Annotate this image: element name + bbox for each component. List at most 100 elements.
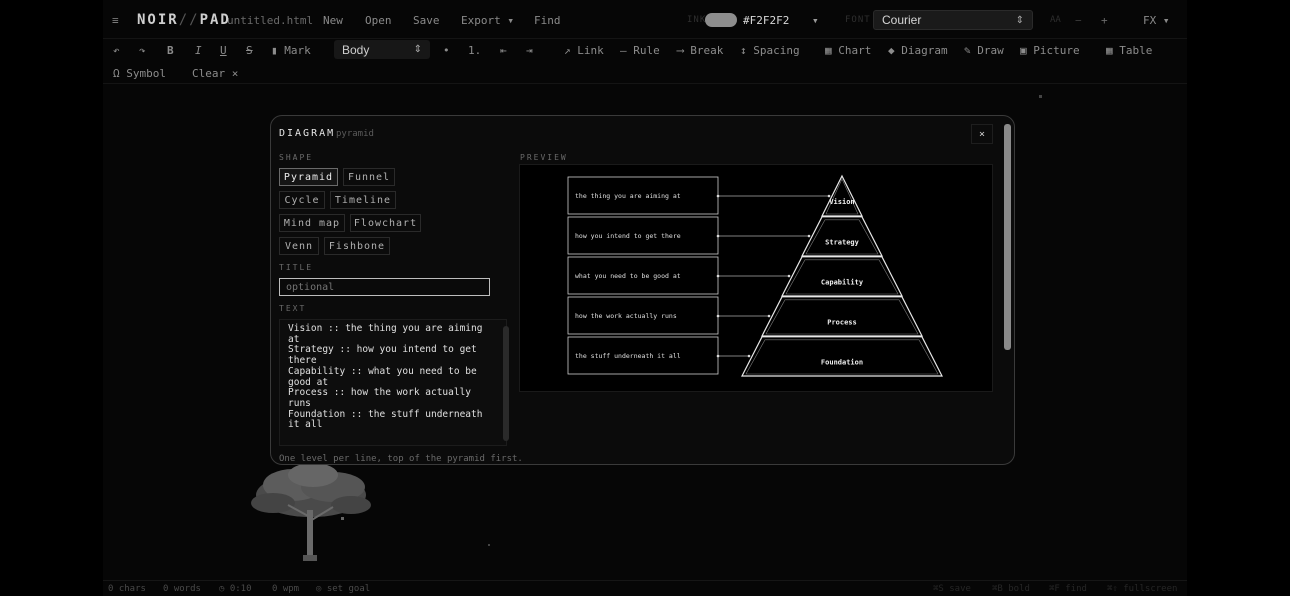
file-name[interactable]: untitled.html bbox=[227, 0, 313, 40]
tree-illustration bbox=[251, 463, 371, 561]
draw-button[interactable]: ✎ Draw bbox=[964, 40, 1004, 60]
level-description: what you need to be good at bbox=[575, 272, 681, 280]
shape-timeline-button[interactable]: Timeline bbox=[330, 191, 396, 209]
app-logo: NOIR//PAD bbox=[137, 0, 231, 40]
fx-button[interactable]: FX ▾ bbox=[1143, 0, 1170, 40]
dust-speck bbox=[488, 544, 490, 546]
bold-button[interactable]: B bbox=[167, 40, 174, 60]
ink-label: INK bbox=[687, 15, 707, 25]
size-decrease-button[interactable]: − bbox=[1075, 0, 1082, 40]
connector-dot bbox=[807, 234, 811, 238]
symbol-button[interactable]: Ω Symbol bbox=[113, 63, 166, 83]
shape-mindmap-button[interactable]: Mind map bbox=[279, 214, 345, 232]
font-label: FONT bbox=[845, 15, 871, 25]
chart-button[interactable]: ▦ Chart bbox=[825, 40, 871, 60]
undo-icon[interactable]: ↶ bbox=[113, 40, 120, 60]
table-button[interactable]: ▦ Table bbox=[1106, 40, 1152, 60]
preview-label: PREVIEW bbox=[520, 153, 568, 162]
wpm-count: 0 wpm bbox=[272, 584, 300, 594]
numbered-list-button[interactable]: 1. bbox=[468, 40, 481, 60]
style-select-value: Body bbox=[342, 42, 370, 57]
pyramid-level-name: Vision bbox=[829, 198, 854, 206]
mark-button[interactable]: ▮ Mark bbox=[271, 40, 311, 60]
hamburger-icon[interactable]: ≡ bbox=[112, 0, 119, 40]
ink-toggle[interactable] bbox=[705, 0, 737, 40]
title-label: TITLE bbox=[279, 263, 314, 272]
fullscreen-shortcut-hint: ⌘⇧ fullscreen bbox=[1107, 584, 1178, 594]
connector-dot bbox=[716, 234, 720, 238]
rule-button[interactable]: — Rule bbox=[620, 40, 660, 60]
connector-dot bbox=[767, 314, 771, 318]
level-description: how the work actually runs bbox=[575, 312, 677, 320]
italic-button[interactable]: I bbox=[195, 40, 202, 60]
pyramid-level-4 bbox=[761, 296, 923, 337]
shape-venn-button[interactable]: Venn bbox=[279, 237, 319, 255]
clear-button[interactable]: Clear × bbox=[192, 63, 238, 83]
size-label: AA bbox=[1050, 15, 1061, 25]
break-button[interactable]: ⟶ Break bbox=[677, 40, 723, 60]
indent-button[interactable]: ⇥ bbox=[526, 40, 533, 60]
level-description: the thing you are aiming at bbox=[575, 192, 681, 200]
strike-button[interactable]: S bbox=[246, 40, 253, 60]
shape-funnel-button[interactable]: Funnel bbox=[343, 168, 395, 186]
underline-button[interactable]: U bbox=[220, 40, 227, 60]
level-description: the stuff underneath it all bbox=[575, 352, 681, 360]
dialog-subtitle: pyramid bbox=[336, 129, 374, 139]
text-label: TEXT bbox=[279, 304, 307, 313]
dialog-scrollbar[interactable] bbox=[1004, 124, 1011, 350]
char-count: 0 chars bbox=[108, 584, 146, 594]
color-dropdown-icon[interactable]: ▾ bbox=[812, 0, 819, 40]
connector-dot bbox=[716, 274, 720, 278]
picture-button[interactable]: ▣ Picture bbox=[1020, 40, 1080, 60]
brand-left: NOIR bbox=[137, 12, 179, 28]
top-bar: ≡ NOIR//PAD untitled.html New Open Save … bbox=[103, 0, 1187, 40]
save-button[interactable]: Save bbox=[413, 0, 440, 40]
close-icon[interactable]: × bbox=[971, 124, 993, 144]
size-increase-button[interactable]: + bbox=[1101, 0, 1108, 40]
shape-flowchart-button[interactable]: Flowchart bbox=[350, 214, 421, 232]
shape-fishbone-button[interactable]: Fishbone bbox=[324, 237, 390, 255]
bold-shortcut-hint: ⌘B bold bbox=[992, 584, 1030, 594]
status-bar: 0 chars 0 words ◷ 0:10 0 wpm ◎ set goal … bbox=[103, 580, 1187, 596]
font-select[interactable]: Courier ⇕ bbox=[873, 0, 1033, 40]
pyramid-diagram: Vision the thing you are aiming at Strateg… bbox=[567, 174, 943, 377]
color-value[interactable]: #F2F2F2 bbox=[743, 0, 789, 40]
set-goal-button[interactable]: ◎ set goal bbox=[316, 584, 370, 594]
export-button[interactable]: Export ▾ bbox=[461, 0, 514, 40]
connector-dot bbox=[716, 314, 720, 318]
select-arrows-icon: ⇕ bbox=[1015, 14, 1024, 26]
paragraph-style-select[interactable]: Body ⇕ bbox=[334, 40, 430, 59]
open-button[interactable]: Open bbox=[365, 0, 392, 40]
dust-speck bbox=[341, 517, 344, 520]
font-select-value: Courier bbox=[882, 13, 922, 27]
connector-dot bbox=[747, 354, 751, 358]
pyramid-level-5 bbox=[741, 336, 943, 377]
pyramid-level-name: Strategy bbox=[825, 238, 860, 246]
new-button[interactable]: New bbox=[323, 0, 343, 40]
bullet-list-button[interactable]: • bbox=[443, 40, 450, 60]
diagram-text-input[interactable]: Vision :: the thing you are aiming at St… bbox=[279, 319, 509, 446]
pyramid-level-name: Process bbox=[827, 318, 857, 326]
shape-cycle-button[interactable]: Cycle bbox=[279, 191, 325, 209]
spacing-button[interactable]: ↕ Spacing bbox=[740, 40, 800, 60]
diagram-dialog: DIAGRAM pyramid × SHAPE Pyramid Funnel C… bbox=[270, 115, 1015, 465]
link-button[interactable]: ↗ Link bbox=[564, 40, 604, 60]
session-timer: ◷ 0:10 bbox=[219, 584, 252, 594]
pyramid-level-2 bbox=[801, 216, 883, 257]
save-shortcut-hint: ⌘S save bbox=[933, 584, 971, 594]
find-shortcut-hint: ⌘F find bbox=[1049, 584, 1087, 594]
textarea-scrollbar[interactable] bbox=[503, 326, 509, 441]
redo-icon[interactable]: ↷ bbox=[139, 40, 146, 60]
shape-label: SHAPE bbox=[279, 153, 314, 162]
outdent-button[interactable]: ⇤ bbox=[500, 40, 507, 60]
diagram-preview: Vision the thing you are aiming at Strateg… bbox=[519, 164, 993, 392]
diagram-text-value: Vision :: the thing you are aiming at St… bbox=[288, 323, 483, 431]
shape-pyramid-button[interactable]: Pyramid bbox=[279, 168, 338, 186]
diagram-button[interactable]: ◆ Diagram bbox=[888, 40, 948, 60]
select-arrows-icon: ⇕ bbox=[413, 44, 422, 55]
find-button[interactable]: Find bbox=[534, 0, 561, 40]
input-hint: One level per line, top of the pyramid f… bbox=[279, 454, 523, 464]
brand-slash: // bbox=[178, 12, 200, 28]
diagram-title-input[interactable] bbox=[279, 278, 490, 296]
pyramid-level-3 bbox=[781, 256, 903, 297]
